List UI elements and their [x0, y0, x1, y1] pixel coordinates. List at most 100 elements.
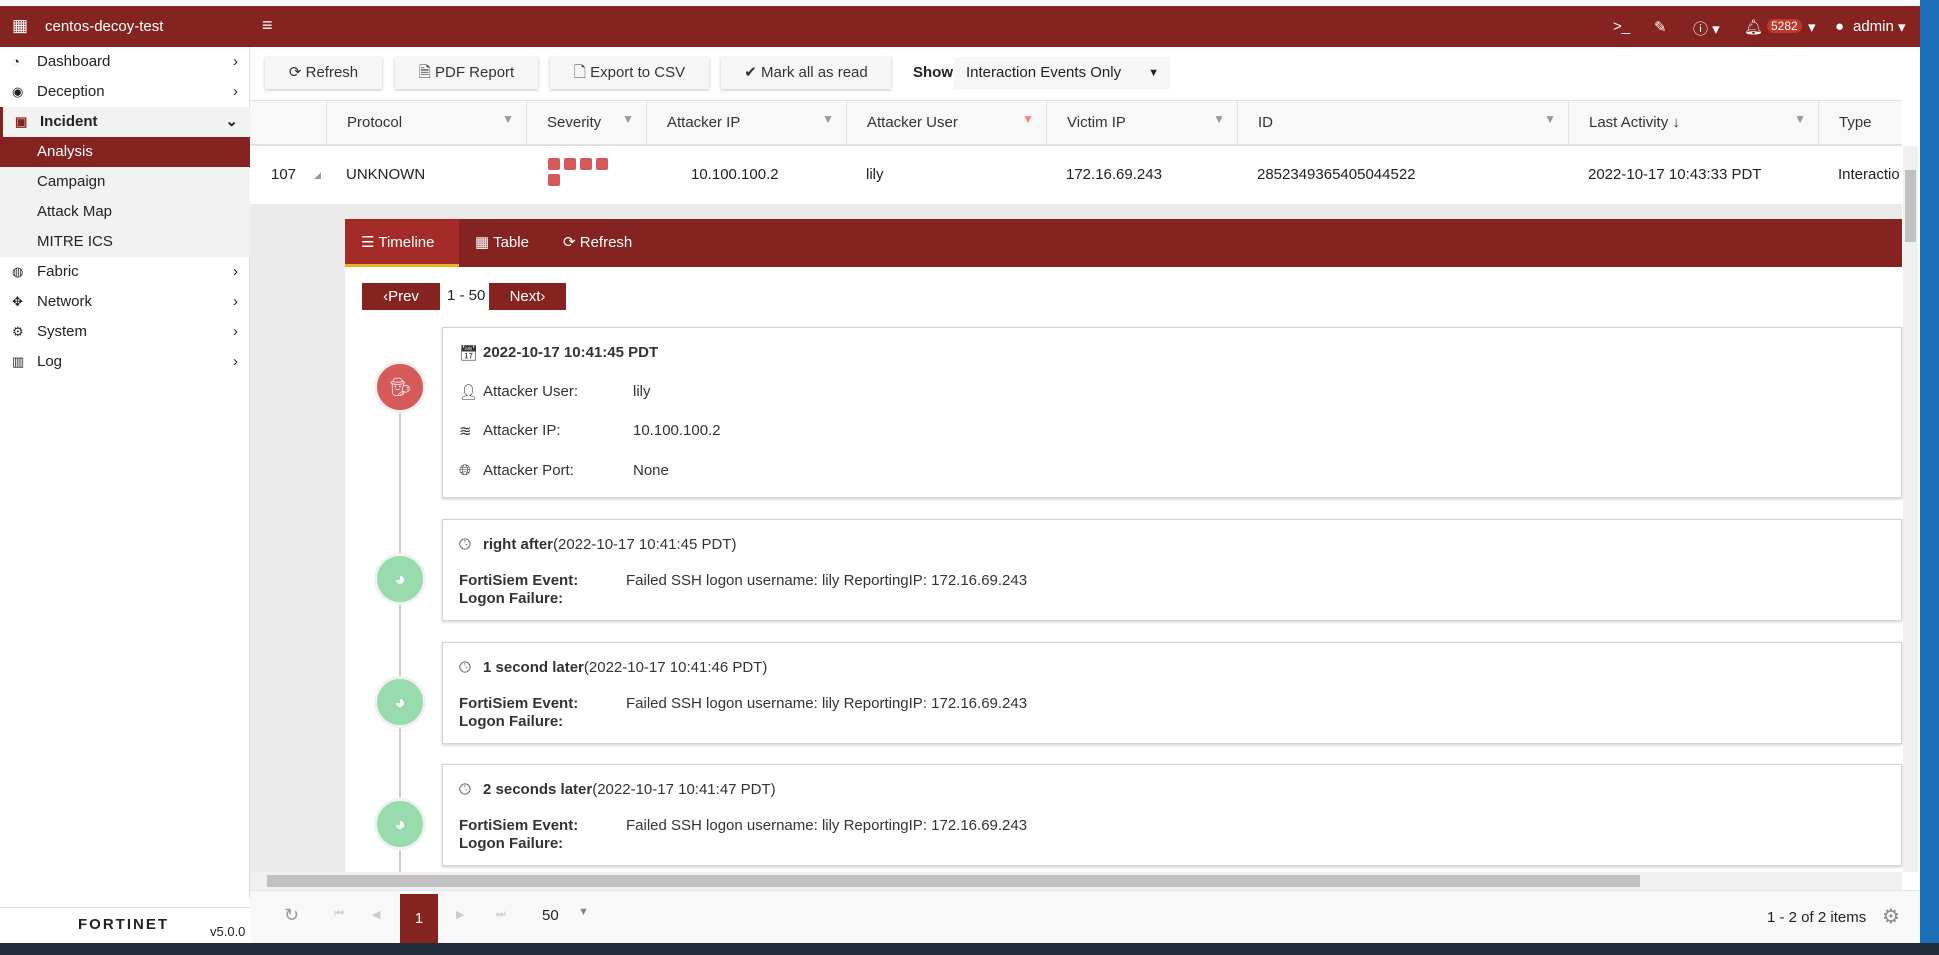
- event-globe-icon: ◕: [374, 676, 426, 728]
- range-label: 1 - 50: [447, 287, 486, 304]
- label: Logon Failure:: [459, 713, 564, 730]
- filter-icon[interactable]: ▼: [622, 97, 634, 141]
- sidebar-item-incident[interactable]: ▣ Incident ⌄: [0, 107, 250, 137]
- filter-active-icon[interactable]: ▼: [1022, 97, 1034, 141]
- timeline-card-event: 🕓︎ 2 seconds later(2022-10-17 10:41:47 P…: [442, 764, 1902, 866]
- export-csv-button[interactable]: 🗋︎ Export to CSV: [550, 57, 709, 89]
- next-button[interactable]: Next›: [489, 283, 566, 310]
- sidebar-item-deception[interactable]: ◉ Deception ›: [0, 77, 250, 107]
- os-taskbar: [0, 943, 1939, 955]
- globe-icon: 🌐︎: [459, 462, 472, 479]
- sidebar-item-attack-map[interactable]: Attack Map: [0, 197, 250, 227]
- label: MITRE ICS: [37, 233, 113, 250]
- sidebar-item-campaign[interactable]: Campaign: [0, 167, 250, 197]
- show-filter-select[interactable]: Interaction Events Only ▼: [954, 57, 1171, 89]
- label: Attack Map: [37, 203, 113, 220]
- label: Protocol: [347, 114, 403, 131]
- wifi-icon: ≋: [459, 423, 472, 440]
- sidebar-item-fabric[interactable]: ◍ Fabric ›: [0, 257, 250, 287]
- vertical-scrollbar[interactable]: [1903, 146, 1918, 872]
- event-value: Failed SSH logon username: lily Reportin…: [626, 572, 1028, 589]
- prev-page-icon[interactable]: ◀: [372, 908, 380, 921]
- page-size-select[interactable]: 50: [542, 907, 559, 924]
- chevron-down-icon[interactable]: ▾: [1808, 18, 1816, 36]
- severity-square: [548, 174, 560, 186]
- filter-icon[interactable]: ▼: [822, 97, 834, 141]
- menu-toggle-icon[interactable]: ≡: [262, 15, 273, 36]
- tab-table[interactable]: ▦ Table: [475, 219, 529, 267]
- page-1-button[interactable]: 1: [400, 894, 438, 944]
- label: Campaign: [37, 173, 106, 190]
- chevron-right-icon: ›: [233, 263, 238, 280]
- chevron-down-icon: ▼: [1148, 67, 1159, 79]
- timestamp: (2022-10-17 10:41:46 PDT): [583, 659, 768, 676]
- filter-icon[interactable]: ▼: [1213, 97, 1225, 141]
- label: Export to CSV: [590, 64, 686, 81]
- bell-icon[interactable]: 🔔︎: [1744, 18, 1763, 36]
- last-page-icon[interactable]: ⏭: [496, 908, 506, 921]
- scrollbar-thumb[interactable]: [1905, 170, 1916, 242]
- timestamp: (2022-10-17 10:41:45 PDT): [553, 536, 737, 553]
- chevron-down-icon[interactable]: ▼: [578, 906, 589, 918]
- chevron-down-icon[interactable]: ▾: [1898, 18, 1906, 36]
- first-page-icon[interactable]: ⏮: [334, 908, 344, 921]
- scrollbar-thumb[interactable]: [267, 875, 1640, 887]
- horizontal-scrollbar[interactable]: [250, 872, 1902, 890]
- prev-button[interactable]: ‹Prev: [362, 283, 440, 310]
- column-attacker-ip[interactable]: Attacker IP ▼: [646, 101, 846, 145]
- severity-square: [564, 158, 576, 170]
- fortinet-grid-icon[interactable]: ▦: [12, 16, 28, 36]
- sidebar-item-log[interactable]: ▥ Log ›: [0, 347, 250, 377]
- tab-refresh[interactable]: ⟳ Refresh: [563, 219, 632, 267]
- column-type[interactable]: Type: [1818, 101, 1902, 145]
- fabric-icon: ◍: [12, 264, 24, 279]
- column-protocol[interactable]: Protocol ▼: [326, 101, 526, 145]
- label: FortiSiem Event:: [459, 695, 579, 712]
- sidebar-item-dashboard[interactable]: ◔ Dashboard ›: [0, 47, 250, 77]
- column-id[interactable]: ID ▼: [1237, 101, 1568, 145]
- expand-icon[interactable]: ◢: [314, 146, 321, 204]
- column-victim-ip[interactable]: Victim IP ▼: [1046, 101, 1237, 145]
- gear-icon[interactable]: ⚙: [1882, 904, 1900, 929]
- label: Refresh: [579, 234, 633, 251]
- wand-icon[interactable]: ✎: [1654, 18, 1667, 36]
- relative-time: 2 seconds later: [483, 781, 593, 798]
- column-attacker-user[interactable]: Attacker User ▼: [846, 101, 1046, 145]
- filter-icon[interactable]: ▼: [502, 97, 514, 141]
- user-menu[interactable]: admin: [1853, 18, 1894, 35]
- timeline-card-event: 🕓︎ 1 second later(2022-10-17 10:41:46 PD…: [442, 642, 1902, 744]
- alert-count-badge[interactable]: 5282: [1767, 19, 1802, 33]
- next-page-icon[interactable]: ▶: [456, 908, 464, 921]
- file-icon: 🗋︎: [573, 64, 591, 81]
- column-severity[interactable]: Severity ▼: [526, 101, 646, 145]
- filter-icon[interactable]: ▼: [1544, 97, 1556, 141]
- sidebar-item-network[interactable]: ✥ Network ›: [0, 287, 250, 317]
- column-last-activity[interactable]: Last Activity ↓ ▼: [1568, 101, 1818, 145]
- label: Victim IP: [1067, 114, 1126, 131]
- timeline-card-event: 🕓︎ right after(2022-10-17 10:41:45 PDT) …: [442, 519, 1902, 621]
- refresh-button[interactable]: ⟳ Refresh: [265, 57, 382, 89]
- chevron-down-icon: ⌄: [225, 113, 238, 130]
- help-icon[interactable]: ⓘ ▾: [1693, 18, 1720, 39]
- user-icon: 👤︎: [459, 384, 479, 401]
- cli-icon[interactable]: >_: [1613, 18, 1630, 35]
- tab-timeline[interactable]: ☰ Timeline: [345, 219, 459, 267]
- sidebar-item-analysis[interactable]: Analysis: [0, 137, 250, 167]
- label: Dashboard: [37, 53, 111, 70]
- mark-all-read-button[interactable]: ✔ Mark all as read: [721, 57, 891, 89]
- sidebar-item-system[interactable]: ⚙ System ›: [0, 317, 250, 347]
- user-icon[interactable]: ●: [1835, 18, 1844, 35]
- label: System: [37, 323, 88, 340]
- label: Deception: [37, 83, 105, 100]
- incident-icon: ▣: [15, 114, 28, 129]
- severity-square: [596, 158, 608, 170]
- timestamp: (2022-10-17 10:41:47 PDT): [592, 781, 776, 798]
- refresh-icon: ⟳: [563, 234, 580, 251]
- sidebar-item-mitre-ics[interactable]: MITRE ICS: [0, 227, 250, 257]
- clock-icon: 🕓︎: [459, 781, 471, 798]
- filter-icon[interactable]: ▼: [1794, 97, 1806, 141]
- pdf-report-button[interactable]: 🗎︎ PDF Report: [395, 57, 538, 89]
- relative-time: right after: [483, 536, 554, 553]
- reload-icon[interactable]: ↻: [284, 905, 299, 926]
- label: Logon Failure:: [459, 835, 564, 852]
